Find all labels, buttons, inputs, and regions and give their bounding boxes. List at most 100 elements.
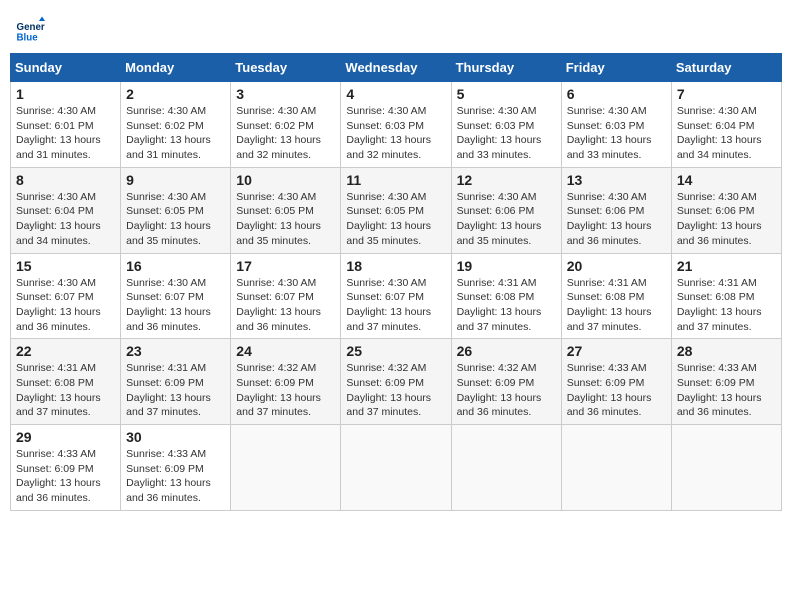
column-header-thursday: Thursday (451, 54, 561, 82)
day-info: Sunrise: 4:30 AMSunset: 6:02 PMDaylight:… (236, 104, 335, 163)
day-info: Sunrise: 4:30 AMSunset: 6:02 PMDaylight:… (126, 104, 225, 163)
calendar-cell: 18 Sunrise: 4:30 AMSunset: 6:07 PMDayligh… (341, 253, 451, 339)
calendar-week-row: 1 Sunrise: 4:30 AMSunset: 6:01 PMDaylight… (11, 82, 782, 168)
day-info: Sunrise: 4:33 AMSunset: 6:09 PMDaylight:… (16, 447, 115, 506)
day-info: Sunrise: 4:30 AMSunset: 6:07 PMDaylight:… (126, 276, 225, 335)
calendar-cell: 8 Sunrise: 4:30 AMSunset: 6:04 PMDaylight… (11, 167, 121, 253)
calendar-cell: 5 Sunrise: 4:30 AMSunset: 6:03 PMDaylight… (451, 82, 561, 168)
calendar-cell: 23 Sunrise: 4:31 AMSunset: 6:09 PMDayligh… (121, 339, 231, 425)
day-info: Sunrise: 4:30 AMSunset: 6:07 PMDaylight:… (16, 276, 115, 335)
day-info: Sunrise: 4:30 AMSunset: 6:03 PMDaylight:… (457, 104, 556, 163)
calendar-cell: 24Sunrise: 4:32 AMSunset: 6:09 PMDayligh… (231, 339, 341, 425)
calendar-cell: 22 Sunrise: 4:31 AMSunset: 6:08 PMDayligh… (11, 339, 121, 425)
day-info: Sunrise: 4:30 AMSunset: 6:05 PMDaylight:… (236, 190, 335, 249)
day-info: Sunrise: 4:30 AMSunset: 6:05 PMDaylight:… (126, 190, 225, 249)
calendar-cell: 6 Sunrise: 4:30 AMSunset: 6:03 PMDaylight… (561, 82, 671, 168)
calendar-cell: 12 Sunrise: 4:30 AMSunset: 6:06 PMDayligh… (451, 167, 561, 253)
calendar-week-row: 22 Sunrise: 4:31 AMSunset: 6:08 PMDayligh… (11, 339, 782, 425)
calendar-cell: 27 Sunrise: 4:33 AMSunset: 6:09 PMDayligh… (561, 339, 671, 425)
calendar-cell: 4 Sunrise: 4:30 AMSunset: 6:03 PMDaylight… (341, 82, 451, 168)
day-info: Sunrise: 4:31 AMSunset: 6:08 PMDaylight:… (677, 276, 776, 335)
calendar-cell: 14Sunrise: 4:30 AMSunset: 6:06 PMDayligh… (671, 167, 781, 253)
calendar-week-row: 8 Sunrise: 4:30 AMSunset: 6:04 PMDaylight… (11, 167, 782, 253)
calendar-cell (341, 425, 451, 511)
day-info: Sunrise: 4:31 AMSunset: 6:08 PMDaylight:… (457, 276, 556, 335)
day-number: 25 (346, 343, 445, 359)
day-number: 18 (346, 258, 445, 274)
day-number: 30 (126, 429, 225, 445)
day-number: 8 (16, 172, 115, 188)
day-info: Sunrise: 4:30 AMSunset: 6:04 PMDaylight:… (677, 104, 776, 163)
logo-icon: General Blue (15, 15, 45, 45)
calendar-cell: 21Sunrise: 4:31 AMSunset: 6:08 PMDayligh… (671, 253, 781, 339)
day-number: 16 (126, 258, 225, 274)
calendar-cell: 28 Sunrise: 4:33 AMSunset: 6:09 PMDayligh… (671, 339, 781, 425)
column-header-tuesday: Tuesday (231, 54, 341, 82)
column-header-saturday: Saturday (671, 54, 781, 82)
day-number: 26 (457, 343, 556, 359)
day-number: 11 (346, 172, 445, 188)
day-info: Sunrise: 4:30 AMSunset: 6:01 PMDaylight:… (16, 104, 115, 163)
day-info: Sunrise: 4:32 AMSunset: 6:09 PMDaylight:… (236, 361, 335, 420)
day-number: 13 (567, 172, 666, 188)
day-info: Sunrise: 4:30 AMSunset: 6:07 PMDaylight:… (346, 276, 445, 335)
day-number: 10 (236, 172, 335, 188)
day-number: 5 (457, 86, 556, 102)
day-info: Sunrise: 4:31 AMSunset: 6:08 PMDaylight:… (16, 361, 115, 420)
calendar-cell: 19Sunrise: 4:31 AMSunset: 6:08 PMDayligh… (451, 253, 561, 339)
day-number: 29 (16, 429, 115, 445)
day-number: 17 (236, 258, 335, 274)
calendar-cell: 25 Sunrise: 4:32 AMSunset: 6:09 PMDayligh… (341, 339, 451, 425)
day-info: Sunrise: 4:30 AMSunset: 6:03 PMDaylight:… (346, 104, 445, 163)
calendar-cell: 13Sunrise: 4:30 AMSunset: 6:06 PMDayligh… (561, 167, 671, 253)
calendar-cell: 26 Sunrise: 4:32 AMSunset: 6:09 PMDayligh… (451, 339, 561, 425)
day-info: Sunrise: 4:33 AMSunset: 6:09 PMDaylight:… (126, 447, 225, 506)
calendar-cell: 29 Sunrise: 4:33 AMSunset: 6:09 PMDayligh… (11, 425, 121, 511)
day-info: Sunrise: 4:31 AMSunset: 6:08 PMDaylight:… (567, 276, 666, 335)
day-info: Sunrise: 4:31 AMSunset: 6:09 PMDaylight:… (126, 361, 225, 420)
day-info: Sunrise: 4:33 AMSunset: 6:09 PMDaylight:… (677, 361, 776, 420)
day-info: Sunrise: 4:32 AMSunset: 6:09 PMDaylight:… (457, 361, 556, 420)
calendar-cell: 16 Sunrise: 4:30 AMSunset: 6:07 PMDayligh… (121, 253, 231, 339)
calendar-cell: 11Sunrise: 4:30 AMSunset: 6:05 PMDayligh… (341, 167, 451, 253)
day-info: Sunrise: 4:30 AMSunset: 6:06 PMDaylight:… (677, 190, 776, 249)
column-header-wednesday: Wednesday (341, 54, 451, 82)
column-header-friday: Friday (561, 54, 671, 82)
calendar-week-row: 29 Sunrise: 4:33 AMSunset: 6:09 PMDayligh… (11, 425, 782, 511)
calendar-table: SundayMondayTuesdayWednesdayThursdayFrid… (10, 53, 782, 511)
day-info: Sunrise: 4:30 AMSunset: 6:04 PMDaylight:… (16, 190, 115, 249)
calendar-cell: 9 Sunrise: 4:30 AMSunset: 6:05 PMDaylight… (121, 167, 231, 253)
day-info: Sunrise: 4:30 AMSunset: 6:06 PMDaylight:… (457, 190, 556, 249)
calendar-header-row: SundayMondayTuesdayWednesdayThursdayFrid… (11, 54, 782, 82)
calendar-cell: 2 Sunrise: 4:30 AMSunset: 6:02 PMDaylight… (121, 82, 231, 168)
day-number: 7 (677, 86, 776, 102)
calendar-cell: 30 Sunrise: 4:33 AMSunset: 6:09 PMDayligh… (121, 425, 231, 511)
day-number: 9 (126, 172, 225, 188)
calendar-cell: 17Sunrise: 4:30 AMSunset: 6:07 PMDayligh… (231, 253, 341, 339)
calendar-cell (561, 425, 671, 511)
day-number: 4 (346, 86, 445, 102)
day-info: Sunrise: 4:30 AMSunset: 6:03 PMDaylight:… (567, 104, 666, 163)
day-number: 6 (567, 86, 666, 102)
calendar-cell: 7 Sunrise: 4:30 AMSunset: 6:04 PMDaylight… (671, 82, 781, 168)
day-number: 12 (457, 172, 556, 188)
day-number: 2 (126, 86, 225, 102)
day-number: 3 (236, 86, 335, 102)
calendar-cell: 15 Sunrise: 4:30 AMSunset: 6:07 PMDayligh… (11, 253, 121, 339)
calendar-cell (451, 425, 561, 511)
day-number: 1 (16, 86, 115, 102)
day-number: 28 (677, 343, 776, 359)
calendar-week-row: 15 Sunrise: 4:30 AMSunset: 6:07 PMDayligh… (11, 253, 782, 339)
day-number: 15 (16, 258, 115, 274)
calendar-cell: 20Sunrise: 4:31 AMSunset: 6:08 PMDayligh… (561, 253, 671, 339)
day-number: 27 (567, 343, 666, 359)
day-number: 23 (126, 343, 225, 359)
svg-text:General: General (17, 22, 46, 33)
column-header-monday: Monday (121, 54, 231, 82)
day-info: Sunrise: 4:32 AMSunset: 6:09 PMDaylight:… (346, 361, 445, 420)
column-header-sunday: Sunday (11, 54, 121, 82)
svg-text:Blue: Blue (17, 33, 39, 44)
day-info: Sunrise: 4:33 AMSunset: 6:09 PMDaylight:… (567, 361, 666, 420)
calendar-cell (231, 425, 341, 511)
day-number: 22 (16, 343, 115, 359)
